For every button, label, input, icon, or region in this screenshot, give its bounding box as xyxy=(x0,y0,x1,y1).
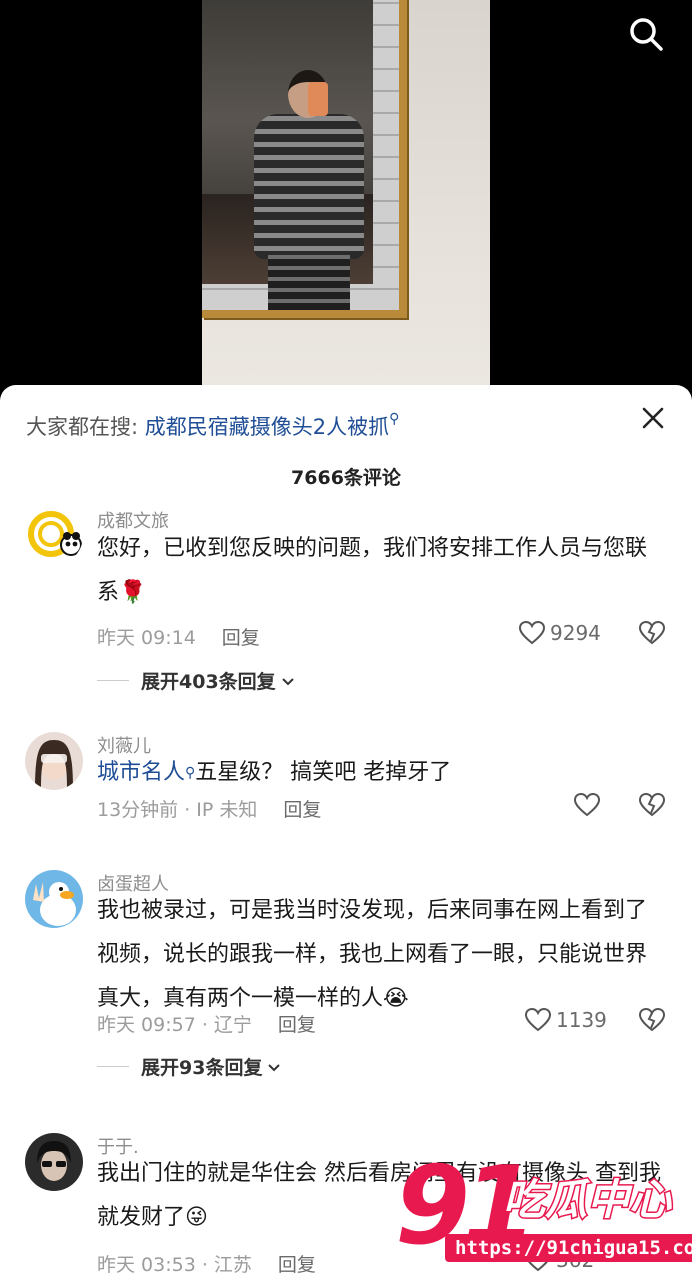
comment-text: 您好，已收到您反映的问题，我们将安排工作人员与您联系🌹 xyxy=(97,527,667,615)
like-button[interactable]: 1139 xyxy=(524,1006,607,1034)
comment-time: 13分钟前 · IP 未知 xyxy=(97,799,258,821)
reply-button[interactable]: 回复 xyxy=(283,799,321,821)
broken-heart-icon xyxy=(638,1007,666,1032)
comment-meta: 昨天 09:57 · 辽宁 回复 xyxy=(97,1010,316,1037)
avatar[interactable] xyxy=(25,732,83,790)
expand-replies-button[interactable]: 展开93条回复 xyxy=(97,1053,282,1080)
heart-icon xyxy=(524,1007,552,1032)
chevron-down-icon xyxy=(268,1063,281,1071)
like-count: 9294 xyxy=(550,621,601,645)
person-figure xyxy=(254,70,364,310)
comment-body: 五星级？ 搞笑吧 老掉牙了 xyxy=(195,760,452,785)
comment-text: 我也被录过，可是我当时没发现，后来同事在网上看到了视频，说长的跟我一样，我也上网… xyxy=(97,889,667,1021)
comment-meta: 13分钟前 · IP 未知 回复 xyxy=(97,795,321,822)
reply-button[interactable]: 回复 xyxy=(278,1014,316,1036)
heart-icon xyxy=(518,620,546,645)
dislike-button[interactable] xyxy=(638,619,666,647)
comment-body: 我也被录过，可是我当时没发现，后来同事在网上看到了视频，说长的跟我一样，我也上网… xyxy=(97,898,648,1011)
like-count: 1139 xyxy=(556,1008,607,1032)
hot-search-prefix: 大家都在搜: xyxy=(26,415,139,439)
chevron-down-icon xyxy=(281,677,294,685)
expand-label: 展开403条回复 xyxy=(141,671,276,693)
avatar[interactable] xyxy=(25,870,83,928)
like-count: 362 xyxy=(556,1248,595,1272)
avatar[interactable] xyxy=(25,1133,83,1191)
comment-meta: 昨天 09:14 回复 xyxy=(97,623,260,650)
comment-meta: 昨天 03:53 · 江苏 回复 xyxy=(97,1250,316,1277)
hot-search-term[interactable]: 成都民宿藏摄像头2人被抓 xyxy=(145,415,389,439)
search-icon: ⚲ xyxy=(389,411,400,427)
hashtag-link[interactable]: 城市名人 xyxy=(97,760,185,785)
avatar[interactable] xyxy=(25,507,83,565)
search-icon: ⚲ xyxy=(185,765,196,781)
like-button[interactable] xyxy=(573,791,601,819)
dislike-button[interactable] xyxy=(638,1006,666,1034)
expand-replies-button[interactable]: 展开403条回复 xyxy=(97,667,296,694)
hot-search-bar[interactable]: 大家都在搜: 成都民宿藏摄像头2人被抓⚲ xyxy=(26,411,399,441)
wink-emoji: 😜 xyxy=(185,1205,208,1230)
like-button[interactable]: 362 xyxy=(524,1246,594,1274)
video-frame xyxy=(202,0,490,400)
crying-emoji: 😭 xyxy=(383,986,409,1011)
close-button[interactable] xyxy=(638,403,668,433)
comment-count: 7666条评论 xyxy=(291,467,401,489)
like-button[interactable]: 9294 xyxy=(518,619,601,647)
comment-time: 昨天 03:53 · 江苏 xyxy=(97,1254,252,1276)
comment-body: 我出门住的就是华住会 然后看房间里有没有摄像头 查到我就发财了 xyxy=(97,1161,661,1230)
heart-icon xyxy=(524,1247,552,1272)
dislike-button[interactable] xyxy=(638,791,666,819)
search-button[interactable] xyxy=(626,14,666,54)
reply-button[interactable]: 回复 xyxy=(222,627,260,649)
broken-heart-icon xyxy=(638,620,666,645)
broken-heart-icon xyxy=(638,792,666,817)
search-icon xyxy=(630,18,663,51)
comment-text: 我出门住的就是华住会 然后看房间里有没有摄像头 查到我就发财了😜 xyxy=(97,1152,667,1240)
comment-body: 您好，已收到您反映的问题，我们将安排工作人员与您联系 xyxy=(97,536,648,605)
rose-emoji: 🌹 xyxy=(119,580,147,605)
comment-time: 昨天 09:57 · 辽宁 xyxy=(97,1014,252,1036)
expand-label: 展开93条回复 xyxy=(141,1057,263,1079)
comment-time: 昨天 09:14 xyxy=(97,627,196,649)
comment-sheet: 大家都在搜: 成都民宿藏摄像头2人被抓⚲ 7666条评论 成都文旅 您好，已收到… xyxy=(0,385,692,1280)
reply-button[interactable]: 回复 xyxy=(278,1254,316,1276)
video-player[interactable] xyxy=(0,0,692,400)
heart-icon xyxy=(573,792,601,817)
close-icon xyxy=(642,407,664,429)
comment-text: 城市名人⚲五星级？ 搞笑吧 老掉牙了 xyxy=(97,751,667,795)
